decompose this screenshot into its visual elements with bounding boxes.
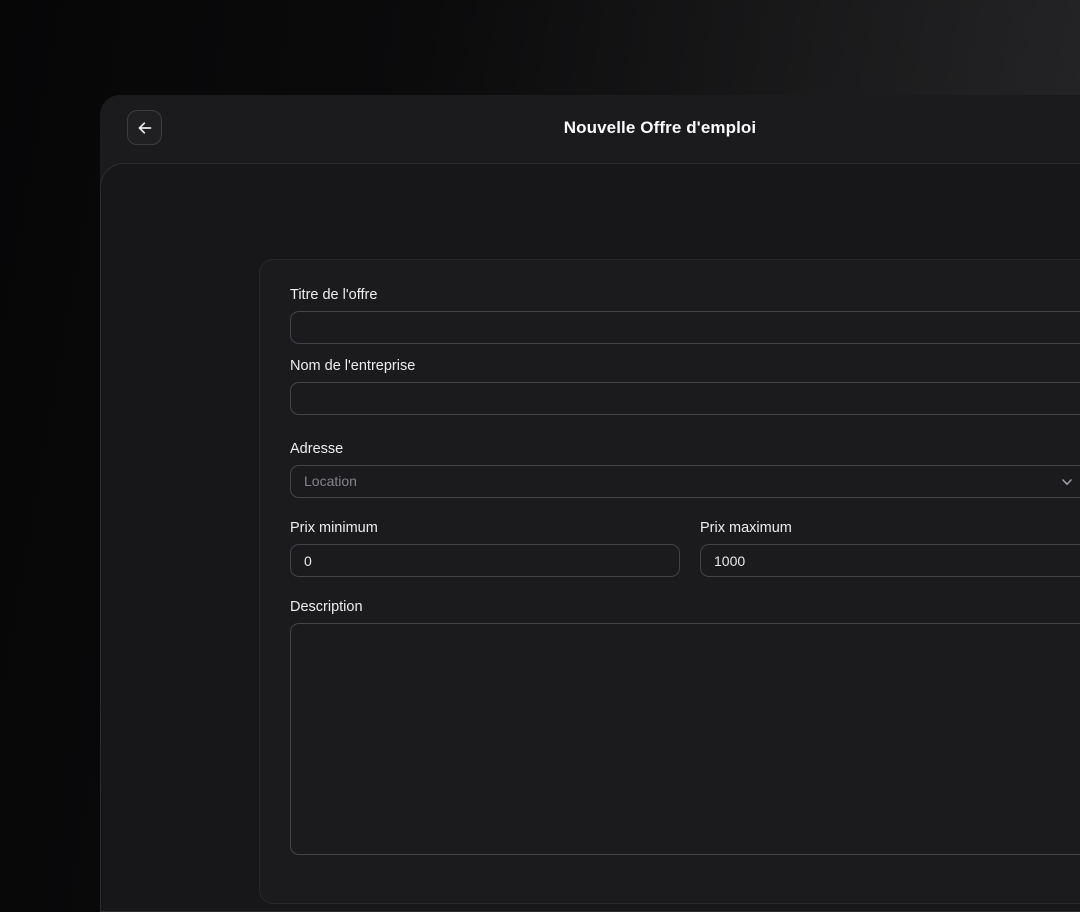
job-offer-form-card: Titre de l'offre Nom de l'entreprise Adr… bbox=[259, 259, 1080, 904]
field-offer-title: Titre de l'offre bbox=[290, 287, 1080, 344]
content-panel: Titre de l'offre Nom de l'entreprise Adr… bbox=[100, 163, 1080, 912]
address-select[interactable]: Location bbox=[290, 465, 1080, 498]
price-max-input[interactable] bbox=[700, 544, 1080, 577]
price-max-label: Prix maximum bbox=[700, 520, 1080, 536]
price-min-input[interactable] bbox=[290, 544, 680, 577]
field-price-max: Prix maximum bbox=[700, 520, 1080, 577]
offer-title-input[interactable] bbox=[290, 311, 1080, 344]
app-window: Nouvelle Offre d'emploi Titre de l'offre… bbox=[100, 95, 1080, 912]
company-name-label: Nom de l'entreprise bbox=[290, 358, 1080, 374]
address-select-wrapper: Location bbox=[290, 465, 1080, 498]
price-min-label: Prix minimum bbox=[290, 520, 680, 536]
description-label: Description bbox=[290, 599, 1080, 615]
company-name-input[interactable] bbox=[290, 382, 1080, 415]
page-title: Nouvelle Offre d'emploi bbox=[100, 95, 1080, 163]
field-address: Adresse Location bbox=[290, 441, 1080, 498]
app-screenshot: Nouvelle Offre d'emploi Titre de l'offre… bbox=[0, 0, 1080, 912]
description-textarea[interactable] bbox=[290, 623, 1080, 855]
field-company-name: Nom de l'entreprise bbox=[290, 358, 1080, 415]
field-description: Description bbox=[290, 599, 1080, 855]
field-price-min: Prix minimum bbox=[290, 520, 680, 577]
address-label: Adresse bbox=[290, 441, 1080, 457]
header-bar: Nouvelle Offre d'emploi bbox=[100, 95, 1080, 163]
offer-title-label: Titre de l'offre bbox=[290, 287, 1080, 303]
price-row: Prix minimum Prix maximum bbox=[290, 520, 1080, 577]
